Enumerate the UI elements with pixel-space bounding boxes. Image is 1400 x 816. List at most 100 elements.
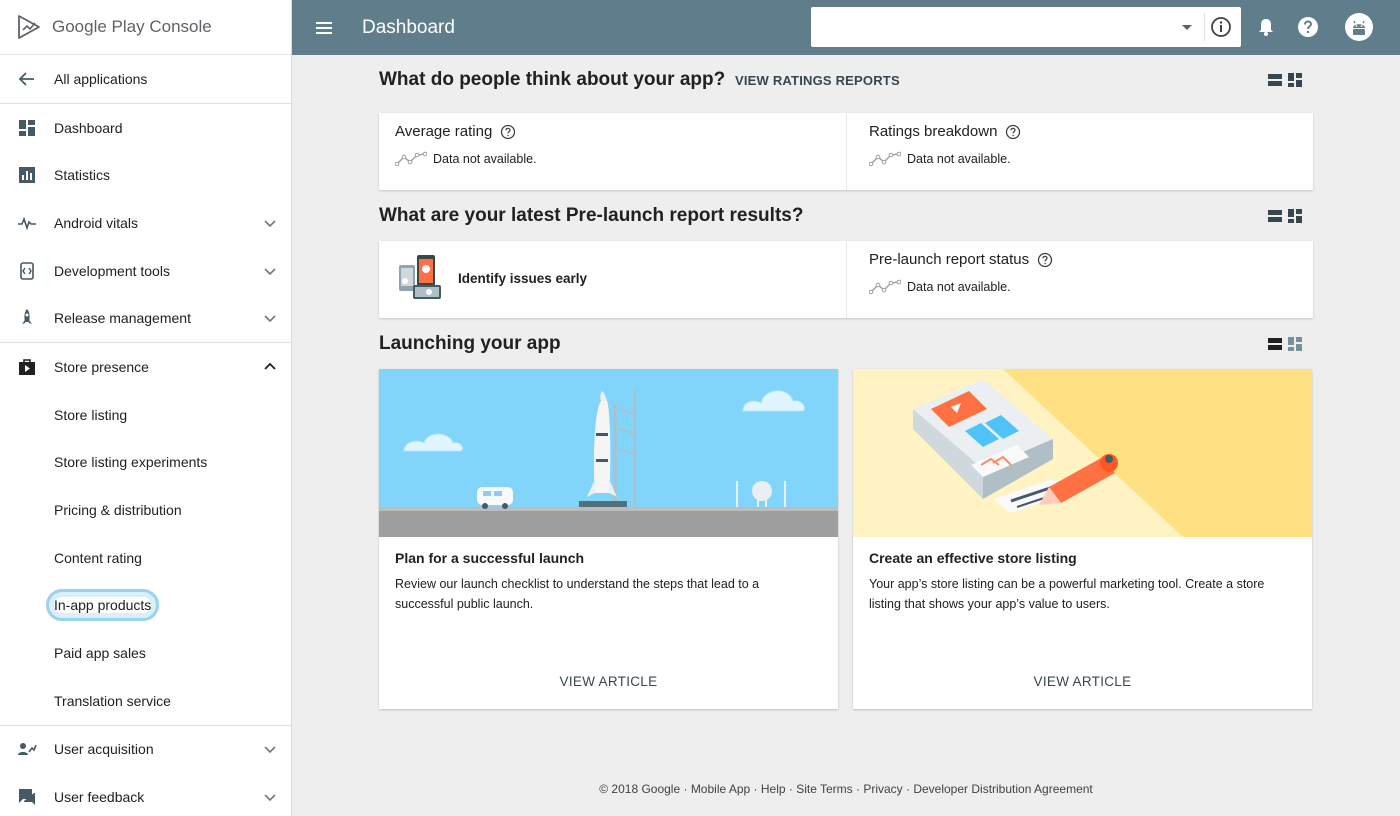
- sidebar-subitem-label: Store listing experiments: [54, 454, 208, 471]
- store-listing-card: Create an effective store listing Your a…: [853, 369, 1312, 709]
- help-circle-icon[interactable]: [1037, 252, 1053, 268]
- sidebar-item-user-feedback[interactable]: User feedback: [0, 773, 291, 816]
- code-icon: [16, 260, 38, 282]
- view-article-link[interactable]: VIEW ARTICLE: [379, 674, 838, 689]
- sidebar-item-label: User acquisition: [54, 741, 154, 758]
- all-applications-link[interactable]: All applications: [0, 55, 291, 103]
- app-select-separator: [1204, 13, 1205, 41]
- prelaunch-view-toggle: [1268, 209, 1306, 225]
- sidebar-subitem-label: Paid app sales: [54, 645, 146, 662]
- prelaunch-heading: What are your latest Pre-launch report r…: [379, 205, 804, 226]
- average-rating-label: Average rating: [395, 123, 493, 140]
- grid-view-icon[interactable]: [1288, 73, 1302, 87]
- play-console-logo-icon: [18, 15, 40, 39]
- sidebar-item-dashboard[interactable]: Dashboard: [0, 104, 291, 152]
- chevron-down-icon[interactable]: [263, 790, 277, 804]
- identify-issues-panel[interactable]: Identify issues early: [379, 241, 846, 318]
- sidebar-subitem-label: Translation service: [54, 692, 171, 709]
- sidebar-item-user-acquisition[interactable]: User acquisition: [0, 726, 291, 774]
- identify-issues-label: Identify issues early: [458, 271, 588, 286]
- not-available-text: Data not available.: [907, 280, 1011, 294]
- trend-line-icon: [395, 151, 427, 167]
- chevron-down-icon[interactable]: [263, 742, 277, 756]
- launch-checklist-card: Plan for a successful launch Review our …: [379, 369, 838, 709]
- sidebar-subitem-label: Content rating: [54, 549, 142, 566]
- list-view-icon[interactable]: [1268, 337, 1282, 351]
- prelaunch-status-title: Pre-launch report status: [869, 251, 1053, 268]
- sidebar-item-release-management[interactable]: Release management: [0, 294, 291, 342]
- ratings-heading: What do people think about your app?: [379, 69, 726, 90]
- sidebar-item-label: Release management: [54, 310, 191, 327]
- feedback-icon: [16, 786, 38, 808]
- sidebar-item-label: Statistics: [54, 167, 111, 184]
- article-description: Review our launch checklist to understan…: [395, 577, 760, 611]
- help-circle-icon[interactable]: [500, 124, 516, 140]
- user-acquisition-icon: [16, 738, 38, 760]
- chevron-down-icon[interactable]: [263, 216, 277, 230]
- prelaunch-status-value: Data not available.: [869, 279, 1011, 295]
- list-view-icon[interactable]: [1268, 209, 1282, 223]
- brand-logo[interactable]: Google Play Console: [0, 0, 291, 55]
- not-available-text: Data not available.: [433, 152, 537, 166]
- sidebar-subitem-label: In-app products: [45, 589, 160, 622]
- trend-line-icon: [869, 279, 901, 295]
- store-listing-illustration: [853, 369, 1312, 537]
- all-applications-label: All applications: [54, 70, 148, 87]
- launching-view-toggle: [1268, 337, 1306, 353]
- article-title: Plan for a successful launch: [395, 550, 585, 566]
- ratings-breakdown-title: Ratings breakdown: [869, 123, 1021, 140]
- sidebar-item-android-vitals[interactable]: Android vitals: [0, 199, 291, 247]
- rocket-launch-image: [379, 369, 838, 537]
- caret-down-icon: [1182, 25, 1192, 30]
- dashboard-icon: [16, 117, 38, 139]
- grid-view-icon[interactable]: [1288, 209, 1302, 223]
- ratings-breakdown-panel: Ratings breakdown Data not available.: [846, 113, 1313, 190]
- view-article-link[interactable]: VIEW ARTICLE: [853, 674, 1312, 689]
- rocket-launch-illustration: [379, 369, 838, 537]
- sidebar-item-label: Development tools: [54, 262, 170, 279]
- prelaunch-status-label: Pre-launch report status: [869, 251, 1030, 268]
- sidebar-subitem-store-listing[interactable]: Store listing: [0, 391, 291, 439]
- help-circle-icon[interactable]: [1005, 124, 1021, 140]
- store-icon: [16, 356, 38, 378]
- app-select-dropdown[interactable]: [811, 7, 1241, 47]
- sidebar-item-development-tools[interactable]: Development tools: [0, 247, 291, 295]
- chevron-up-icon[interactable]: [263, 360, 277, 374]
- sidebar-subitem-paid-app-sales[interactable]: Paid app sales: [0, 629, 291, 677]
- sidebar-item-label: Android vitals: [54, 214, 139, 231]
- top-bar: Dashboard: [292, 0, 1400, 55]
- sidebar-subitem-translation-service[interactable]: Translation service: [0, 677, 291, 725]
- info-icon[interactable]: [1209, 15, 1233, 39]
- list-view-icon[interactable]: [1268, 73, 1282, 87]
- article-description: Your app’s store listing can be a powerf…: [869, 577, 1265, 611]
- hamburger-icon: [316, 21, 332, 34]
- sidebar-item-label: User feedback: [54, 789, 145, 806]
- sidebar-subitem-label: Store listing: [54, 406, 128, 423]
- not-available-text: Data not available.: [907, 152, 1011, 166]
- dashboard-main: What do people think about your app? VIE…: [292, 55, 1400, 816]
- menu-button[interactable]: [292, 0, 356, 55]
- chevron-down-icon[interactable]: [263, 264, 277, 278]
- prelaunch-card: Identify issues early Pre-launch report …: [379, 241, 1313, 318]
- sidebar-subitem-store-listing-experiments[interactable]: Store listing experiments: [0, 439, 291, 487]
- chevron-down-icon[interactable]: [263, 311, 277, 325]
- average-rating-status: Data not available.: [395, 151, 537, 167]
- bar-chart-icon: [16, 164, 38, 186]
- sidebar-subitem-content-rating[interactable]: Content rating: [0, 534, 291, 582]
- store-listing-image: [853, 369, 1312, 537]
- sidebar-item-statistics[interactable]: Statistics: [0, 151, 291, 199]
- notifications-button[interactable]: [1255, 16, 1277, 38]
- help-button[interactable]: [1297, 16, 1319, 38]
- view-ratings-reports-link[interactable]: VIEW RATINGS REPORTS: [735, 73, 900, 88]
- ratings-view-toggle: [1268, 73, 1306, 89]
- sidebar-subitem-label: Pricing & distribution: [54, 502, 182, 519]
- devices-illustration-icon: [399, 255, 441, 299]
- account-avatar[interactable]: [1345, 13, 1373, 41]
- sidebar-subitem-in-app-products[interactable]: In-app products: [0, 582, 291, 630]
- average-rating-panel: Average rating Data not available.: [379, 113, 846, 190]
- page-title: Dashboard: [362, 16, 455, 38]
- grid-view-icon[interactable]: [1288, 337, 1302, 351]
- sidebar-item-store-presence[interactable]: Store presence: [0, 343, 291, 391]
- sidebar-subitem-pricing-distribution[interactable]: Pricing & distribution: [0, 486, 291, 534]
- pulse-icon: [16, 212, 38, 234]
